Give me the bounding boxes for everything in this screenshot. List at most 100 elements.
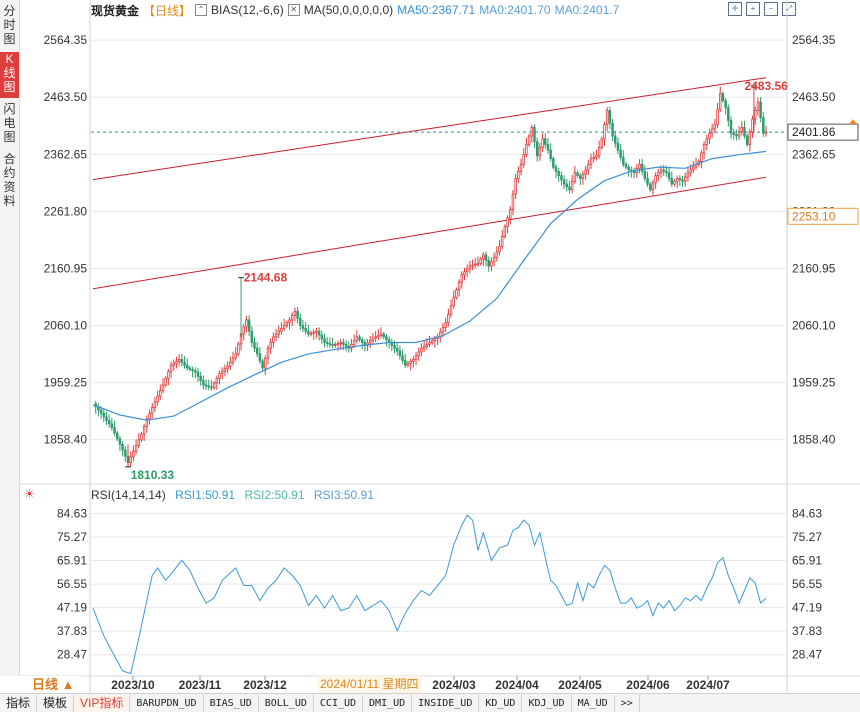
- candle-body: [99, 409, 103, 414]
- candle-body: [541, 138, 544, 148]
- candle-body: [422, 345, 426, 349]
- candle-body: [406, 362, 410, 366]
- candle-body: [285, 322, 289, 326]
- tab-more[interactable]: >>: [615, 694, 640, 712]
- settings-gear-icon[interactable]: ☀: [24, 487, 35, 501]
- candle-body: [511, 193, 515, 210]
- main-y-tick-right: 2362.65: [792, 147, 836, 161]
- candle-body: [264, 357, 267, 369]
- tab-kd[interactable]: KD_UD: [479, 694, 523, 712]
- candle-body: [514, 178, 517, 195]
- rsi3-value: RSI3:50.91: [313, 488, 374, 502]
- candle-body: [506, 217, 509, 227]
- candle-body: [444, 322, 447, 328]
- candle-body: [417, 351, 420, 357]
- tab-ma[interactable]: MA_UD: [572, 694, 615, 712]
- candle-body: [102, 412, 106, 418]
- candle-body: [352, 340, 356, 345]
- chart-canvas[interactable]: 2483.56 2144.68 1810.33 2564.35 2564.35 2463…: [0, 0, 860, 693]
- period-select[interactable]: 日线 ▲: [20, 676, 82, 693]
- price-up-arrow-icon: [849, 119, 857, 125]
- candle-body: [570, 180, 574, 191]
- candle-body: [331, 344, 334, 346]
- candle-body: [452, 296, 455, 307]
- candle-body: [651, 182, 655, 191]
- candle-body: [237, 343, 240, 355]
- candle-body: [344, 344, 348, 347]
- candle-body: [465, 268, 469, 273]
- candle-body: [185, 364, 189, 369]
- ma50-line: [92, 150, 767, 421]
- candle-body: [358, 336, 361, 341]
- candle-body: [425, 344, 429, 347]
- rsi-y-tick-left: 28.47: [57, 648, 87, 662]
- candle-body: [751, 118, 754, 133]
- candle-body: [196, 371, 200, 377]
- candle-body: [565, 183, 569, 188]
- candle-body: [517, 170, 520, 179]
- candle-body: [756, 101, 760, 111]
- candle-body: [107, 419, 111, 425]
- candle-body: [649, 183, 652, 191]
- tab-cci[interactable]: CCI_UD: [314, 694, 364, 712]
- candle-body: [735, 134, 738, 137]
- candle-body: [339, 342, 342, 344]
- price-tag-label: 2401.86: [792, 125, 836, 139]
- price-tag-label: 2253.10: [792, 209, 836, 223]
- candle-body: [684, 176, 687, 182]
- rsi-title[interactable]: RSI(14,14,14): [91, 488, 166, 502]
- candle-body: [234, 353, 237, 359]
- x-tick-label: 2023/12: [243, 678, 287, 692]
- candle-body: [374, 336, 377, 339]
- rsi-y-tick-left: 37.83: [57, 624, 87, 638]
- tab-inside[interactable]: INSIDE_UD: [412, 694, 480, 712]
- candle-body: [312, 331, 315, 334]
- candle-body: [525, 144, 528, 155]
- main-y-tick-left: 2060.10: [44, 319, 88, 333]
- candle-body: [476, 262, 480, 265]
- candle-body: [716, 108, 719, 126]
- rsi-y-tick-left: 56.55: [57, 577, 87, 591]
- candle-body: [557, 170, 560, 177]
- candle-body: [245, 319, 248, 328]
- rsi1-line: [92, 514, 767, 675]
- candle-body: [307, 330, 310, 335]
- candle-body: [498, 245, 501, 253]
- tab-boll[interactable]: BOLL_UD: [259, 694, 314, 712]
- candle-body: [503, 226, 507, 237]
- candle-body: [199, 375, 202, 382]
- candle-body: [474, 263, 477, 266]
- tab-kdj[interactable]: KDJ_UD: [522, 694, 572, 712]
- candle-body: [753, 110, 757, 120]
- candle-body: [191, 368, 194, 372]
- candle-body: [673, 180, 676, 185]
- x-tick-label: 2024/06: [626, 678, 670, 692]
- tab-dmi[interactable]: DMI_UD: [363, 694, 413, 712]
- candle-body: [175, 360, 178, 364]
- candle-body: [708, 132, 711, 140]
- tab-vip-indicators[interactable]: VIP指标: [74, 694, 131, 712]
- tab-templates[interactable]: 模板: [37, 694, 75, 712]
- tab-bias[interactable]: BIAS_UD: [204, 694, 259, 712]
- candle-body: [579, 175, 582, 179]
- candle-body: [597, 146, 601, 157]
- x-tick-label: 2024/04: [495, 678, 539, 692]
- candle-body: [667, 172, 671, 179]
- candle-body: [713, 124, 717, 130]
- candle-body: [732, 132, 735, 135]
- candle-body: [657, 172, 660, 177]
- main-y-tick-right: 2160.95: [792, 261, 836, 275]
- candle-body: [293, 311, 297, 317]
- candle-body: [584, 169, 587, 175]
- candle-body: [121, 443, 124, 451]
- rsi-y-tick-right: 75.27: [792, 530, 822, 544]
- rsi-header: RSI(14,14,14) RSI1:50.91 RSI2:50.91 RSI3…: [91, 488, 380, 502]
- main-y-tick-right: 2060.10: [792, 319, 836, 333]
- candle-body: [204, 384, 208, 387]
- candle-body: [568, 186, 571, 191]
- candle-body: [544, 138, 547, 145]
- tab-barupdn[interactable]: BARUPDN_UD: [130, 694, 204, 712]
- tab-indicators[interactable]: 指标: [0, 694, 38, 712]
- candle-body: [522, 153, 525, 165]
- main-y-tick-left: 2463.50: [44, 90, 88, 104]
